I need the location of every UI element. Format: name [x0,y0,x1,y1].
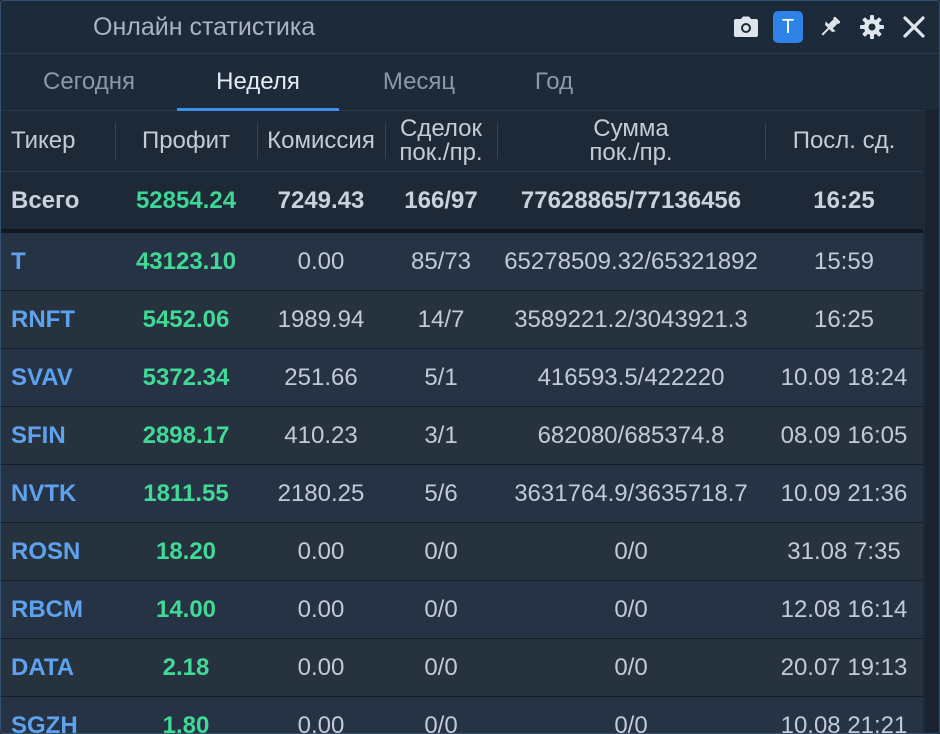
row-sum: 0/0 [497,522,765,581]
row-commission: 0.00 [257,696,385,733]
row-commission: 0.00 [257,231,385,291]
row-last-trade: 15:59 [765,231,923,291]
row-commission: 1989.94 [257,290,385,349]
table-row[interactable]: SVAV 5372.34 251.66 5/1 416593.5/422220 10.09… [1,348,923,407]
row-profit: 5372.34 [115,348,257,407]
row-ticker: ROSN [1,522,115,581]
row-commission: 0.00 [257,580,385,639]
title-bar: Онлайн статистика T [1,1,939,54]
total-profit: 52854.24 [115,171,257,233]
row-commission: 251.66 [257,348,385,407]
row-profit: 5452.06 [115,290,257,349]
total-trades: 166/97 [385,171,497,233]
table-row[interactable]: DATA 2.18 0.00 0/0 0/0 20.07 19:13 [1,638,923,697]
row-profit: 18.20 [115,522,257,581]
table-row[interactable]: NVTK 1811.55 2180.25 5/6 3631764.9/3635718.7… [1,464,923,523]
column-header-sum[interactable]: Сумма пок./пр. [497,111,765,172]
row-trades: 0/0 [385,638,497,697]
row-trades: 14/7 [385,290,497,349]
tab-week[interactable]: Неделя [177,54,339,111]
row-ticker: T [1,231,115,291]
row-sum: 3589221.2/3043921.3 [497,290,765,349]
row-ticker: RNFT [1,290,115,349]
table-row[interactable]: RNFT 5452.06 1989.94 14/7 3589221.2/3043921.… [1,290,923,349]
table-row[interactable]: SFIN 2898.17 410.23 3/1 682080/685374.8 08.09… [1,406,923,465]
tab-year[interactable]: Год [499,54,609,110]
row-sum: 682080/685374.8 [497,406,765,465]
total-sum: 77628865/77136456 [497,171,765,233]
table-row[interactable]: SGZH 1.80 0.00 0/0 0/0 10.08 21:21 [1,696,923,733]
row-last-trade: 10.09 21:36 [765,464,923,523]
row-profit: 2898.17 [115,406,257,465]
tab-today[interactable]: Сегодня [1,54,177,110]
row-trades: 0/0 [385,580,497,639]
column-header-trades-line1: Сделок [399,115,482,142]
row-sum: 65278509.32/65321892 [497,231,765,291]
row-sum: 416593.5/422220 [497,348,765,407]
row-profit: 14.00 [115,580,257,639]
row-profit: 2.18 [115,638,257,697]
row-profit: 43123.10 [115,231,257,291]
row-profit: 1811.55 [115,464,257,523]
row-ticker: SFIN [1,406,115,465]
table-row[interactable]: ROSN 18.20 0.00 0/0 0/0 31.08 7:35 [1,522,923,581]
close-icon[interactable] [899,12,929,42]
row-sum: 0/0 [497,580,765,639]
column-header-last-trade[interactable]: Посл. сд. [765,111,923,172]
column-header-commission[interactable]: Комиссия [257,111,385,172]
total-label: Всего [1,171,115,233]
row-trades: 85/73 [385,231,497,291]
table-row[interactable]: T 43123.10 0.00 85/73 65278509.32/65321892 15… [1,231,923,291]
row-sum: 0/0 [497,696,765,733]
row-commission: 2180.25 [257,464,385,523]
row-last-trade: 10.09 18:24 [765,348,923,407]
column-header-ticker[interactable]: Тикер [1,111,115,172]
row-trades: 0/0 [385,696,497,733]
column-header-profit[interactable]: Профит [115,111,257,172]
row-trades: 3/1 [385,406,497,465]
row-sum: 3631764.9/3635718.7 [497,464,765,523]
column-header-sum-line1: Сумма [593,115,669,142]
row-trades: 5/1 [385,348,497,407]
column-header-trades[interactable]: Сделок пок./пр. [385,111,497,172]
total-last-trade: 16:25 [765,171,923,233]
row-last-trade: 16:25 [765,290,923,349]
total-row: Всего 52854.24 7249.43 166/97 77628865/7… [1,171,923,233]
row-commission: 0.00 [257,638,385,697]
row-last-trade: 12.08 16:14 [765,580,923,639]
row-profit: 1.80 [115,696,257,733]
window-title: Онлайн статистика [93,12,316,41]
row-commission: 410.23 [257,406,385,465]
table-header: Тикер Профит Комиссия Сделок пок./пр. Су… [1,111,923,172]
row-ticker: NVTK [1,464,115,523]
column-header-trades-line2: пок./пр. [399,139,483,166]
stats-window: Онлайн статистика T Сегодня Неделя Месяц… [0,0,940,734]
row-last-trade: 10.08 21:21 [765,696,923,733]
total-commission: 7249.43 [257,171,385,233]
stats-table: Тикер Профит Комиссия Сделок пок./пр. Су… [1,111,923,733]
tab-month[interactable]: Месяц [339,54,499,110]
row-ticker: SGZH [1,696,115,733]
row-commission: 0.00 [257,522,385,581]
row-last-trade: 31.08 7:35 [765,522,923,581]
camera-icon[interactable] [731,12,761,42]
scrollbar-track[interactable] [925,109,939,733]
row-trades: 5/6 [385,464,497,523]
row-ticker: DATA [1,638,115,697]
ticker-mode-button[interactable]: T [773,11,803,43]
title-toolbar: T [731,11,929,43]
column-header-sum-line2: пок./пр. [589,139,673,166]
gear-icon[interactable] [857,12,887,42]
row-last-trade: 08.09 16:05 [765,406,923,465]
period-tabs: Сегодня Неделя Месяц Год [1,54,939,111]
row-last-trade: 20.07 19:13 [765,638,923,697]
row-trades: 0/0 [385,522,497,581]
pin-icon[interactable] [815,12,845,42]
table-row[interactable]: RBCM 14.00 0.00 0/0 0/0 12.08 16:14 [1,580,923,639]
row-ticker: SVAV [1,348,115,407]
row-ticker: RBCM [1,580,115,639]
row-sum: 0/0 [497,638,765,697]
